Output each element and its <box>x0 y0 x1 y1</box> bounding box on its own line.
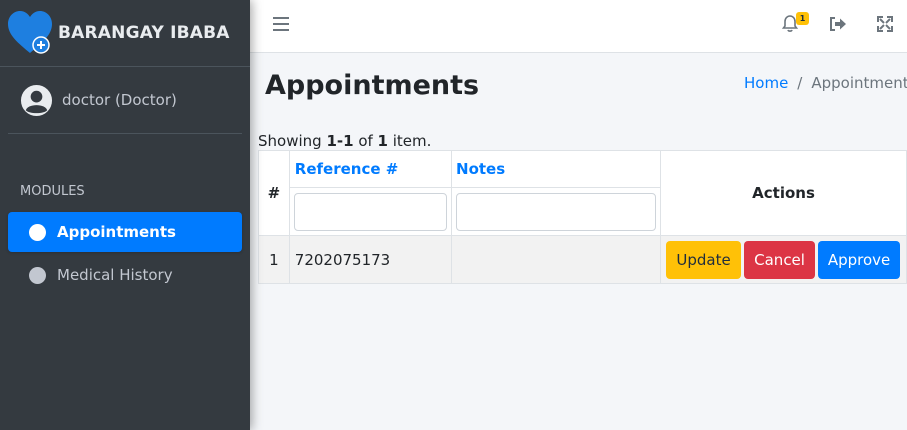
grid-summary: Showing 1-1 of 1 item. <box>258 132 432 150</box>
column-header-notes[interactable]: Notes <box>451 150 662 188</box>
sidebar-item-label: Medical History <box>57 266 173 284</box>
main-sidebar: BARANGAY IBABA doctor (Doctor) MODULES A… <box>0 0 250 430</box>
sidebar-item-appointments[interactable]: Appointments <box>8 212 242 252</box>
row-number: 1 <box>258 235 290 284</box>
user-avatar-icon <box>20 84 53 116</box>
page-title: Appointments <box>265 70 480 101</box>
row-reference: 7202075173 <box>288 235 453 284</box>
breadcrumb: Home / Appointments <box>744 74 907 92</box>
row-notes <box>451 235 662 284</box>
column-header-number: # <box>258 150 290 236</box>
sidebar-item-medical-history[interactable]: Medical History <box>8 255 242 295</box>
sign-out-icon[interactable] <box>829 16 847 32</box>
notification-badge: 1 <box>796 12 809 25</box>
row-actions: Update Cancel Approve <box>660 235 907 284</box>
breadcrumb-current: Appointments <box>811 74 907 92</box>
notes-filter-input[interactable] <box>456 192 657 231</box>
brand-name: BARANGAY IBABA <box>58 23 230 43</box>
brand-link[interactable]: BARANGAY IBABA <box>0 0 250 67</box>
user-panel[interactable]: doctor (Doctor) <box>8 67 242 134</box>
breadcrumb-home-link[interactable]: Home <box>744 74 788 92</box>
appointments-table: # Reference # Notes Actions 1 7202075173… <box>258 150 907 284</box>
nav-header: MODULES <box>20 184 85 199</box>
hamburger-icon[interactable] <box>273 17 289 33</box>
filter-cell-notes <box>451 187 662 236</box>
brand-logo-icon <box>8 11 52 55</box>
update-button[interactable]: Update <box>666 240 742 279</box>
approve-button[interactable]: Approve <box>818 240 901 279</box>
sidebar-item-label: Appointments <box>57 223 176 241</box>
top-navbar <box>250 0 907 53</box>
cancel-button[interactable]: Cancel <box>744 240 816 279</box>
circle-icon <box>29 266 46 284</box>
column-header-actions: Actions <box>660 150 907 236</box>
table-row: 1 7202075173 Update Cancel Approve <box>258 235 907 284</box>
circle-icon <box>29 223 46 241</box>
user-name: doctor (Doctor) <box>62 91 177 109</box>
expand-icon[interactable] <box>877 16 893 32</box>
filter-cell-reference <box>288 187 453 236</box>
reference-filter-input[interactable] <box>293 192 448 231</box>
breadcrumb-separator: / <box>797 74 803 92</box>
column-header-reference[interactable]: Reference # <box>288 150 453 188</box>
